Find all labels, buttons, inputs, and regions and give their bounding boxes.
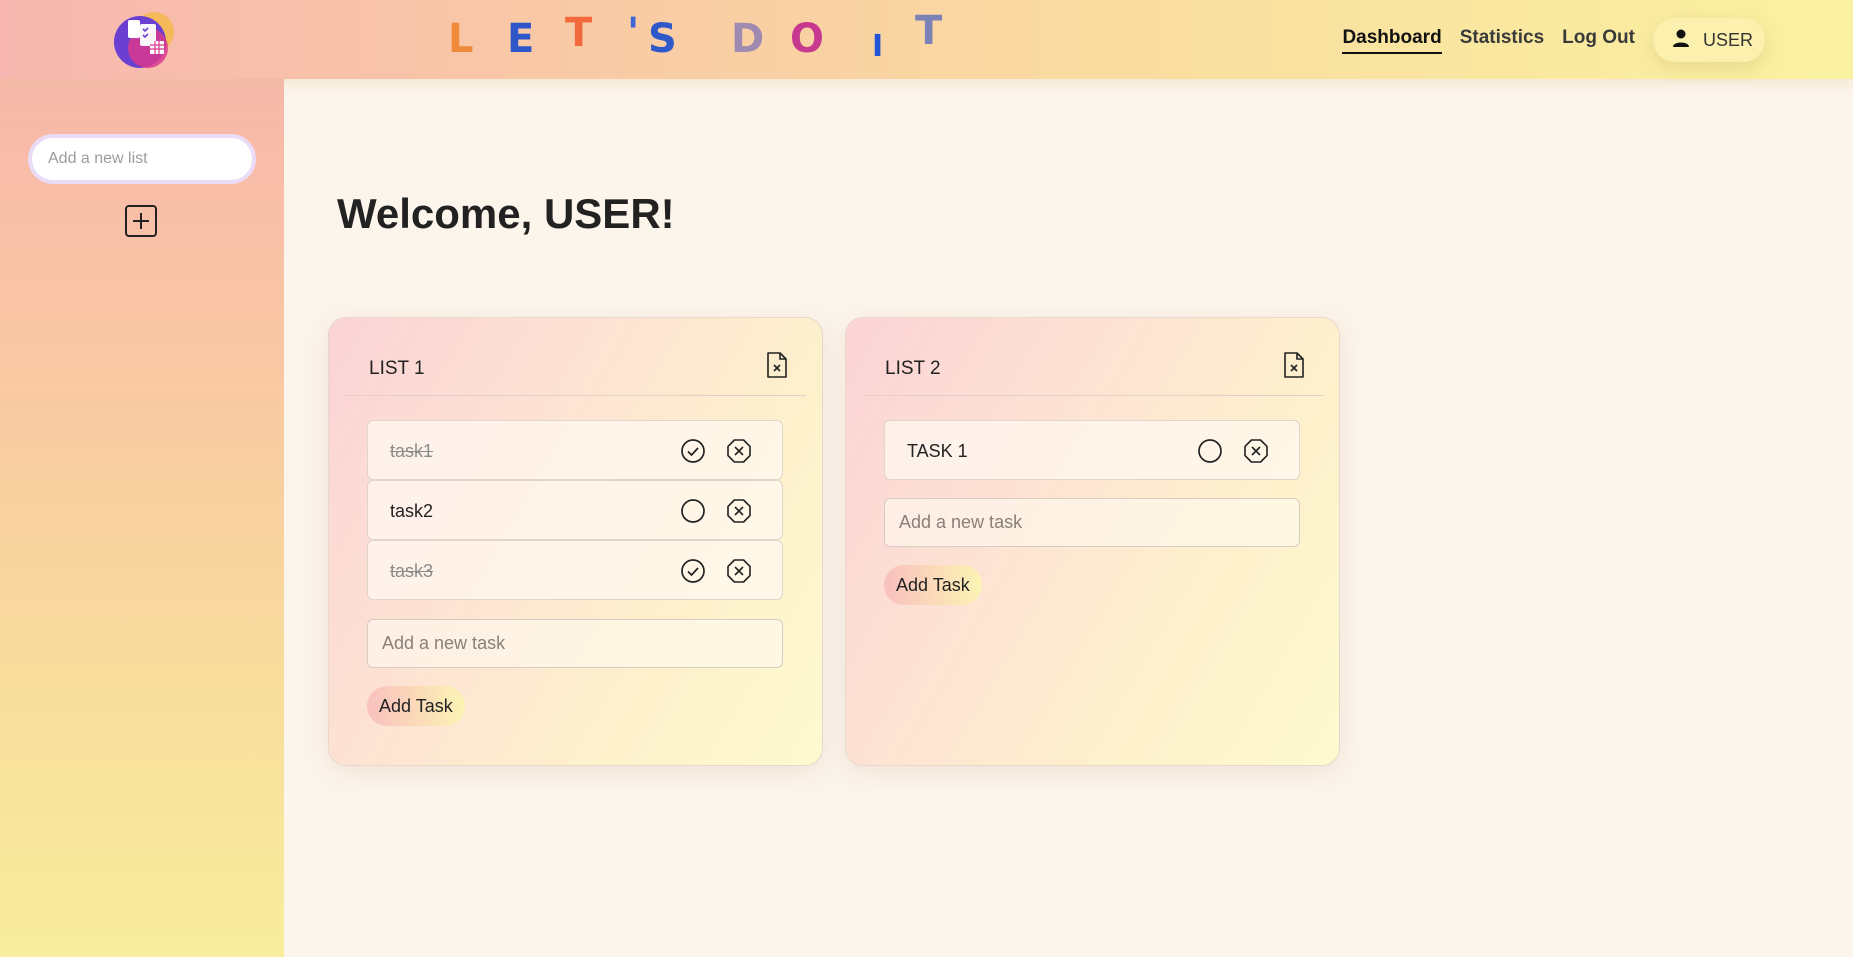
brand-letter: D: [731, 16, 765, 62]
brand-letter: T: [565, 10, 593, 56]
task-item: task3: [367, 540, 783, 600]
list-card-header: [345, 318, 806, 396]
task-text: task1: [390, 441, 434, 461]
delete-task-icon[interactable]: [1243, 438, 1269, 464]
todo-app-logo[interactable]: [110, 8, 176, 70]
task-text: task3: [390, 561, 434, 581]
list-title: LIST 1: [369, 358, 425, 379]
user-menu-button[interactable]: USER: [1652, 18, 1765, 62]
plus-square-icon: [125, 205, 157, 237]
nav-logout[interactable]: Log Out: [1562, 27, 1635, 54]
add-task-button[interactable]: Add Task: [884, 565, 982, 605]
task-item: TASK 1: [884, 420, 1300, 480]
task-text: task2: [390, 501, 434, 521]
list-card-header: [862, 318, 1323, 396]
delete-list-button[interactable]: [1283, 352, 1305, 378]
new-task-input[interactable]: [367, 619, 783, 668]
brand-letter: T: [915, 8, 943, 54]
new-task-input[interactable]: [884, 498, 1300, 547]
list-title: LIST 2: [885, 358, 941, 379]
brand-letter: L: [448, 16, 474, 62]
main-nav: Dashboard Statistics Log Out USER: [1342, 18, 1765, 62]
file-x-icon: [1284, 352, 1304, 378]
brand-letter: E: [507, 16, 535, 62]
brand-title: L E T ' S D O I T: [445, 8, 965, 64]
task-item: task2: [367, 480, 783, 540]
delete-task-icon[interactable]: [726, 438, 752, 464]
add-list-button[interactable]: [124, 204, 158, 238]
new-list-input[interactable]: [28, 134, 256, 184]
empty-circle-icon[interactable]: [680, 498, 706, 524]
user-name: USER: [1702, 29, 1753, 50]
file-x-icon: [767, 352, 787, 378]
brand-letter: I: [872, 29, 884, 64]
empty-circle-icon[interactable]: [1197, 438, 1223, 464]
brand-letter: O: [790, 16, 825, 62]
check-circle-icon[interactable]: [680, 558, 706, 584]
check-circle-icon[interactable]: [680, 438, 706, 464]
list-card: LIST 1 task1 task2 task3 Add a new task …: [328, 317, 823, 766]
user-icon: [1671, 28, 1691, 53]
list-card: LIST 2 TASK 1 Add Task: [845, 317, 1340, 766]
task-text: TASK 1: [907, 441, 968, 461]
delete-list-button[interactable]: [766, 352, 788, 378]
nav-dashboard[interactable]: Dashboard: [1342, 27, 1442, 54]
brand-letter: ': [627, 10, 640, 56]
delete-task-icon[interactable]: [726, 558, 752, 584]
sidebar: [0, 0, 284, 957]
add-task-button[interactable]: Add Task: [367, 686, 465, 726]
delete-task-icon[interactable]: [726, 498, 752, 524]
top-navbar: L E T ' S D O I T Dashboard Statistics L…: [0, 0, 1853, 79]
page-title: Welcome, USER!: [337, 190, 675, 237]
nav-statistics[interactable]: Statistics: [1460, 27, 1544, 54]
task-item: task1: [367, 420, 783, 480]
brand-letter: S: [648, 16, 677, 62]
